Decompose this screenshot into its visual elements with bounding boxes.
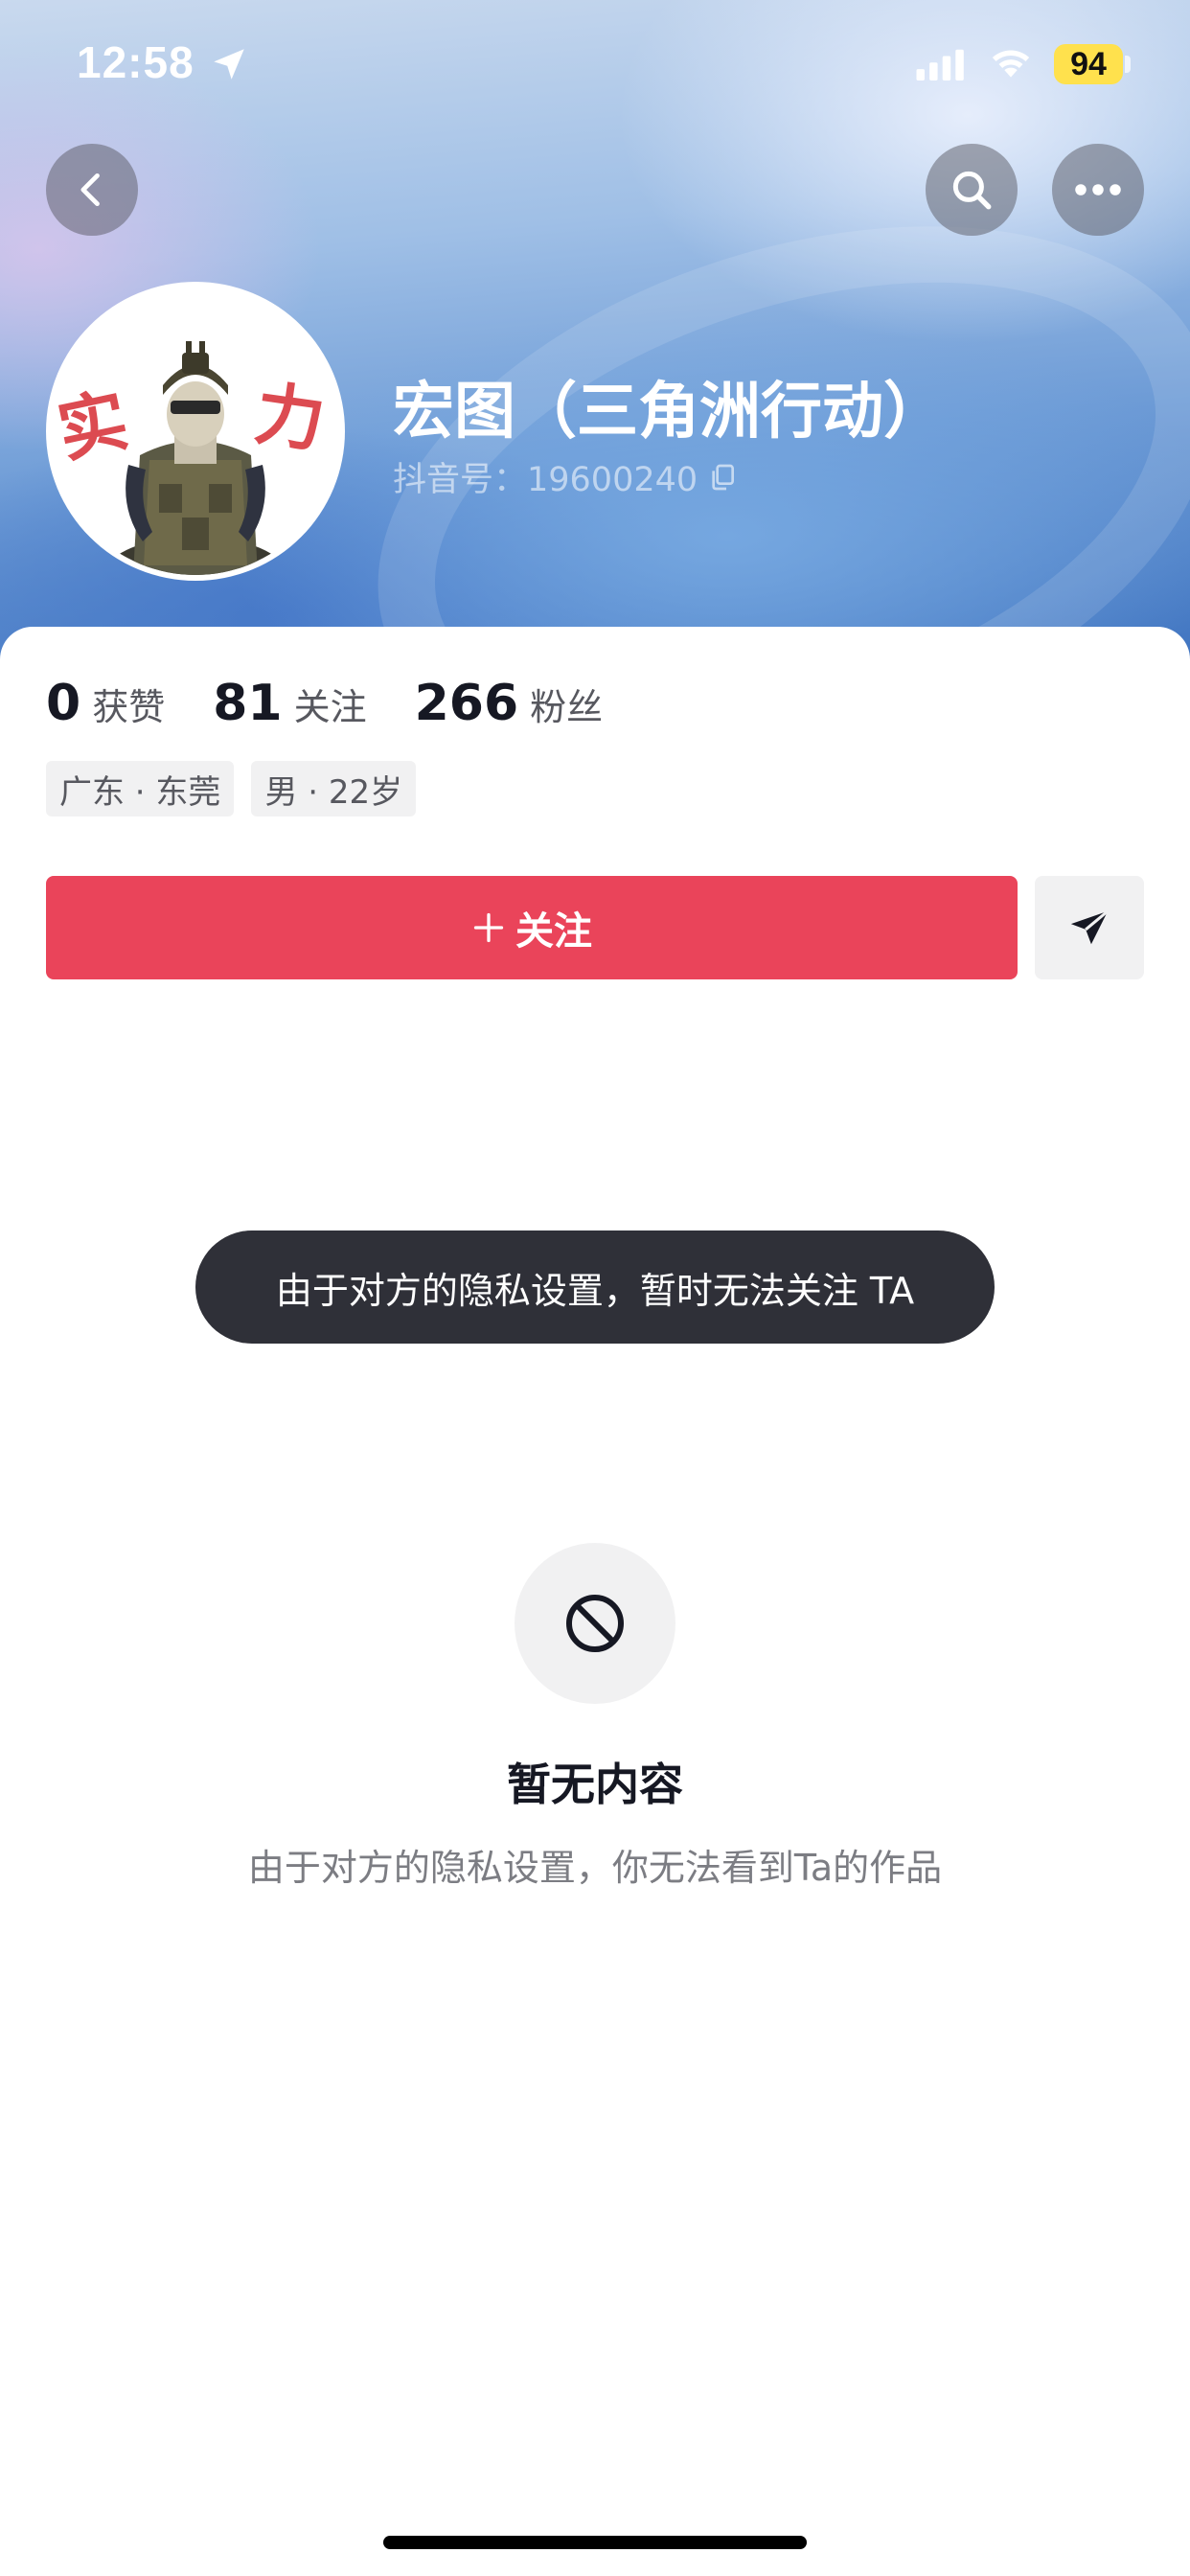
message-button[interactable]	[1035, 876, 1144, 979]
status-bar: 12:58 94	[0, 0, 1190, 134]
privacy-toast: 由于对方的隐私设置，暂时无法关注 TA	[195, 1230, 995, 1344]
wifi-icon	[992, 50, 1030, 78]
stat-following[interactable]: 81 关注	[213, 675, 366, 732]
empty-state-description: 由于对方的隐私设置，你无法看到Ta的作品	[247, 1847, 943, 1889]
tag-gender-age: 男 · 22岁	[251, 761, 417, 816]
battery-level: 94	[1070, 45, 1107, 82]
avatar-image: 实 力	[52, 288, 339, 575]
avatar-text-right: 力	[250, 372, 330, 462]
avatar[interactable]: 实 力	[46, 282, 345, 581]
tag-location: 广东 · 东莞	[46, 761, 235, 816]
send-icon	[1070, 909, 1110, 945]
douyin-id-text: 抖音号：19600240	[393, 461, 698, 499]
stat-likes[interactable]: 0 获赞	[46, 675, 165, 732]
follow-button[interactable]: 关注	[46, 876, 1018, 979]
profile-content-card: 0 获赞 81 关注 266 粉丝 广东 · 东莞 男 · 22岁 关注 由于对…	[0, 627, 1190, 2576]
battery-icon	[1125, 56, 1131, 73]
douyin-id[interactable]: 抖音号：19600240	[393, 452, 738, 501]
stat-followers-value: 266	[414, 675, 519, 732]
stat-followers-label: 粉丝	[530, 686, 604, 728]
privacy-toast-text: 由于对方的隐私设置，暂时无法关注 TA	[275, 1269, 915, 1312]
search-icon	[952, 171, 992, 210]
back-chevron-icon	[80, 172, 100, 207]
home-indicator[interactable]	[383, 2536, 807, 2549]
empty-state-title: 暂无内容	[507, 1759, 683, 1810]
blocked-icon	[566, 1595, 624, 1652]
more-button[interactable]	[1052, 144, 1144, 236]
stat-likes-value: 0	[46, 675, 81, 732]
stat-following-value: 81	[213, 675, 283, 732]
stat-following-label: 关注	[293, 686, 367, 728]
copy-icon[interactable]	[707, 462, 738, 493]
signal-icon	[916, 49, 964, 80]
stat-likes-label: 获赞	[92, 686, 166, 728]
status-time: 12:58	[77, 37, 195, 87]
stats-row: 0 获赞 81 关注 266 粉丝	[46, 675, 651, 732]
plus-icon	[473, 912, 504, 943]
nickname: 宏图（三角洲行动）	[393, 377, 945, 448]
follow-button-label: 关注	[515, 909, 592, 954]
location-arrow-icon	[214, 49, 244, 80]
stat-followers[interactable]: 266 粉丝	[415, 675, 604, 732]
battery-indicator: 94	[1054, 44, 1123, 84]
profile-tags: 广东 · 东莞 男 · 22岁	[46, 761, 433, 816]
empty-state-icon-wrap	[515, 1543, 675, 1704]
back-button[interactable]	[46, 144, 138, 236]
more-icon	[1075, 184, 1121, 196]
search-button[interactable]	[926, 144, 1018, 236]
